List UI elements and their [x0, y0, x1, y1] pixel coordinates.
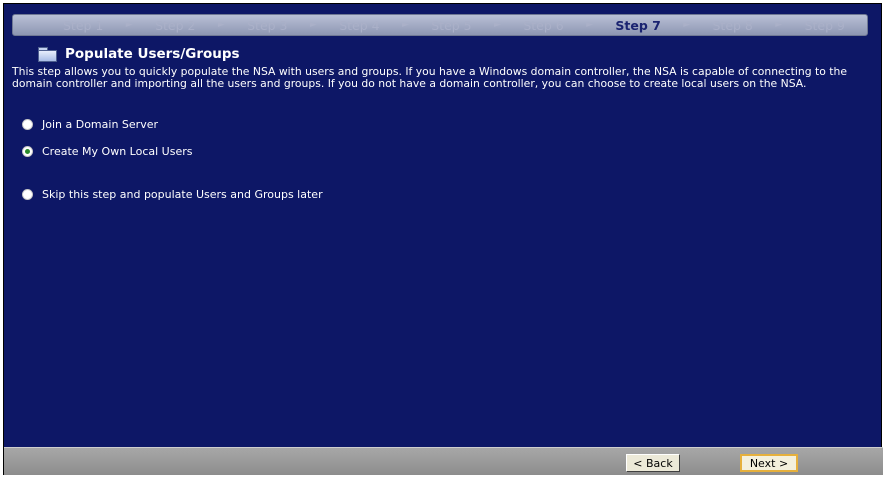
- wizard-footer: < Back Next >: [4, 447, 883, 475]
- option-create-local-users[interactable]: Create My Own Local Users: [22, 145, 192, 158]
- option-label: Join a Domain Server: [42, 118, 158, 131]
- step-separator-icon: ►: [401, 20, 409, 30]
- step-8: Step 8: [712, 17, 753, 33]
- step-separator-icon: ►: [309, 20, 317, 30]
- step-6: Step 6: [523, 17, 564, 33]
- folder-icon: [38, 47, 57, 62]
- step-separator-icon: ►: [586, 20, 593, 30]
- step-2: Step 2: [155, 17, 196, 33]
- step-9: Step 9: [804, 17, 845, 33]
- step-separator-icon: ►: [683, 20, 691, 30]
- next-button[interactable]: Next >: [740, 454, 798, 472]
- radio-skip-step[interactable]: [22, 189, 33, 200]
- step-separator-icon: ►: [125, 20, 133, 30]
- step-5: Step 5: [431, 17, 472, 33]
- page-header: Populate Users/Groups: [14, 46, 240, 62]
- radio-join-domain[interactable]: [22, 119, 33, 130]
- radio-create-local-users[interactable]: [22, 146, 33, 157]
- option-label: Create My Own Local Users: [42, 145, 193, 158]
- page-description: This step allows you to quickly populate…: [12, 65, 847, 90]
- step-4: Step 4: [339, 17, 380, 33]
- back-button[interactable]: < Back: [626, 454, 680, 472]
- page-title: Populate Users/Groups: [65, 46, 240, 62]
- step-separator-icon: ►: [775, 20, 783, 30]
- step-separator-icon: ►: [217, 20, 225, 30]
- step-3: Step 3: [247, 17, 288, 33]
- step-indicator: Step 1 ► Step 2 ► Step 3 ► Step 4 ► Step…: [12, 14, 868, 36]
- option-join-domain[interactable]: Join a Domain Server: [22, 118, 158, 131]
- step-separator-icon: ►: [494, 20, 501, 30]
- option-skip-step[interactable]: Skip this step and populate Users and Gr…: [22, 188, 323, 201]
- option-label: Skip this step and populate Users and Gr…: [42, 188, 323, 201]
- step-1: Step 1: [63, 17, 104, 33]
- step-7-current: Step 7: [615, 17, 661, 33]
